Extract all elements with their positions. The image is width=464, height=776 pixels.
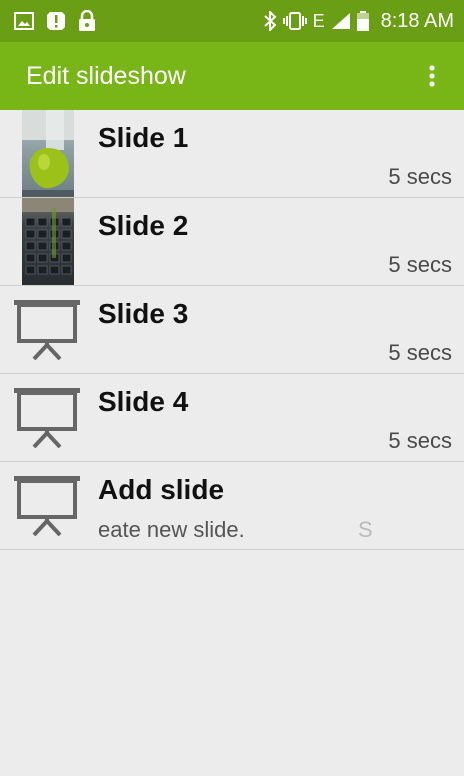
app-bar: Edit slideshow (0, 42, 464, 110)
slide-title: Slide 3 (98, 298, 189, 329)
add-slide-trailing-text: S (358, 517, 373, 542)
gallery-icon (14, 12, 34, 30)
signal-icon (331, 13, 350, 29)
lock-icon (79, 10, 95, 31)
page-title: Edit slideshow (26, 61, 186, 90)
slide-duration: 5 secs (388, 252, 452, 277)
status-time: 8:18 AM (380, 9, 454, 32)
slide-row-3[interactable]: Slide 3 5 secs (0, 286, 464, 374)
add-slide-title: Add slide (98, 474, 225, 505)
slide-row-4[interactable]: Slide 4 5 secs (0, 374, 464, 462)
slide-title: Slide 4 (98, 386, 189, 417)
slide-thumbnail-photo-vase (22, 110, 74, 197)
slide-duration: 5 secs (388, 340, 452, 365)
more-vert-icon (429, 65, 435, 87)
screen: E 8:18 AM Edit slideshow Slide 1 5 secs … (0, 0, 464, 776)
add-slide-row[interactable]: Add slide eate new slide. S (0, 462, 464, 550)
slide-duration: 5 secs (388, 428, 452, 453)
slide-row-2[interactable]: Slide 2 5 secs (0, 198, 464, 286)
slide-thumbnail-photo-keyboard (22, 198, 74, 285)
status-right-icons: E 8:18 AM (263, 10, 464, 33)
add-slide-subtitle: eate new slide. (98, 517, 245, 542)
slide-list: Slide 1 5 secs Slide 2 5 secs Slide 3 5 … (0, 110, 464, 550)
battery-icon (356, 11, 369, 31)
bluetooth-icon (263, 11, 277, 31)
alert-icon (47, 12, 65, 30)
projector-screen-icon (14, 388, 80, 448)
slide-row-1[interactable]: Slide 1 5 secs (0, 110, 464, 198)
status-bar: E 8:18 AM (0, 0, 464, 42)
slide-title: Slide 1 (98, 122, 189, 153)
projector-screen-icon (14, 476, 80, 536)
network-type: E (312, 10, 325, 31)
status-left-icons (0, 10, 96, 32)
overflow-menu-button[interactable] (408, 52, 456, 100)
slide-title: Slide 2 (98, 210, 189, 241)
projector-screen-icon (14, 300, 80, 360)
slide-duration: 5 secs (388, 164, 452, 189)
vibrate-icon (282, 12, 307, 30)
